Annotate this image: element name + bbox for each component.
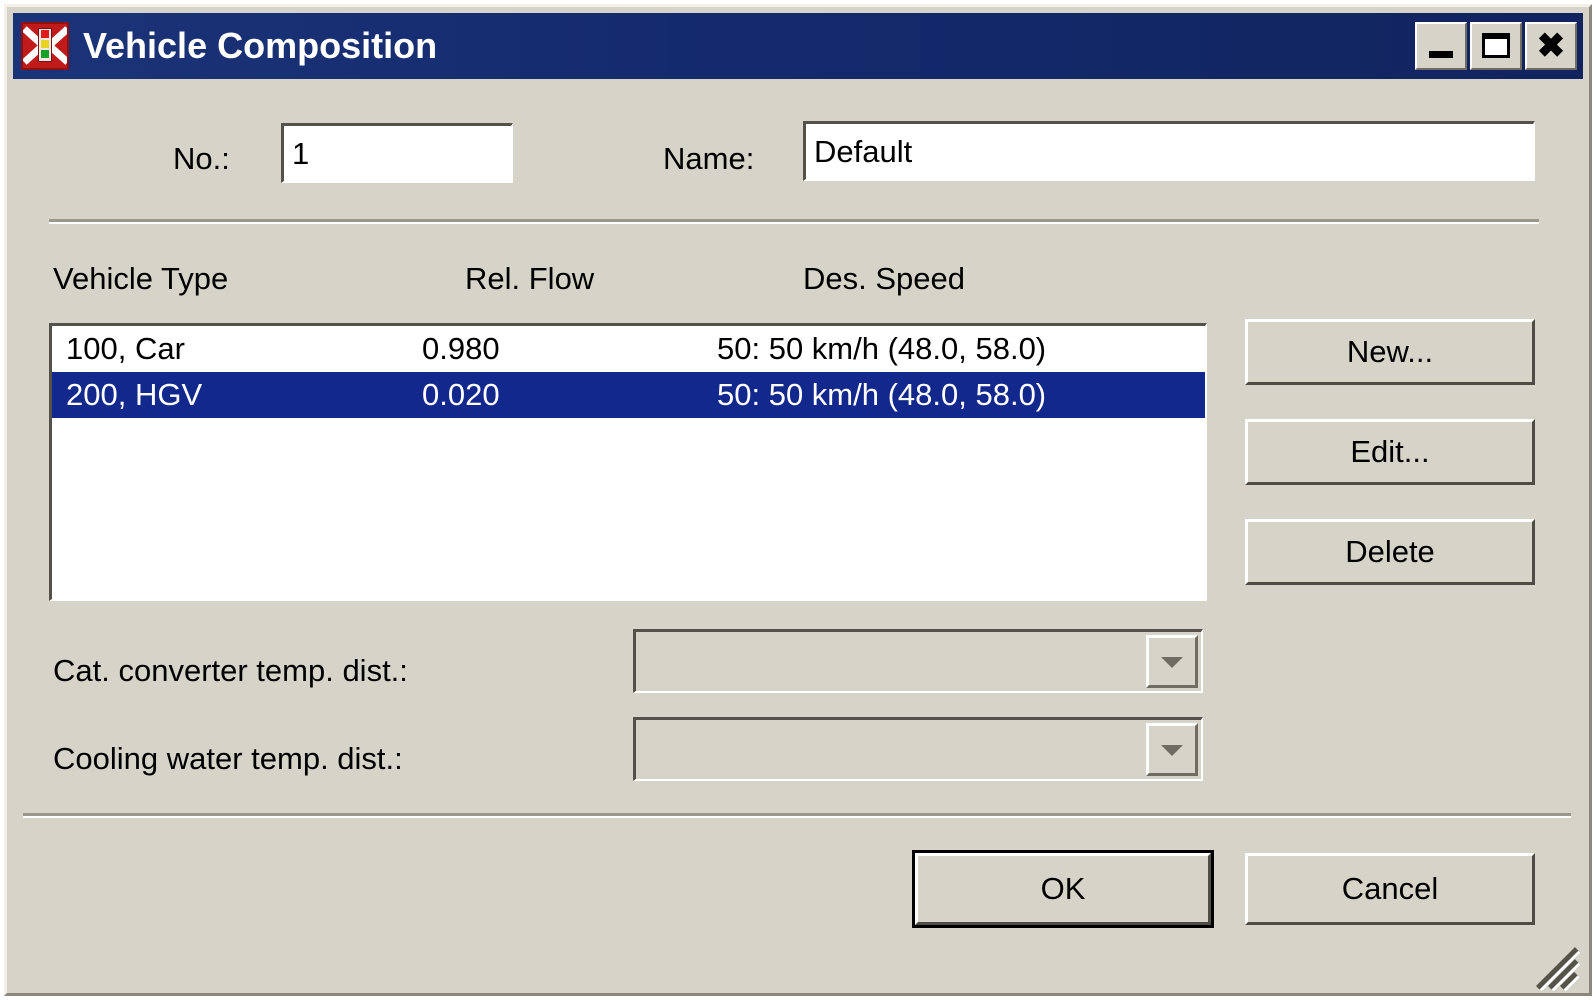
table-row[interactable]: 200, HGV 0.020 50: 50 km/h (48.0, 58.0) bbox=[52, 372, 1205, 418]
close-icon: ✖ bbox=[1536, 27, 1566, 65]
maximize-icon bbox=[1482, 33, 1510, 58]
new-button[interactable]: New... bbox=[1245, 319, 1535, 385]
name-label: Name: bbox=[663, 141, 755, 176]
column-header-des-speed: Des. Speed bbox=[803, 261, 965, 296]
no-label: No.: bbox=[173, 141, 230, 176]
cat-converter-label: Cat. converter temp. dist.: bbox=[53, 653, 408, 688]
separator-top bbox=[49, 219, 1539, 224]
screen: Vehicle Composition ✖ No.: 1 Name: Defau… bbox=[0, 0, 1596, 1000]
cancel-button[interactable]: Cancel bbox=[1245, 853, 1535, 925]
cooling-water-label: Cooling water temp. dist.: bbox=[53, 741, 403, 776]
cooling-water-combo[interactable] bbox=[633, 717, 1203, 781]
cell-rel-flow: 0.020 bbox=[422, 377, 500, 412]
maximize-button[interactable] bbox=[1470, 22, 1522, 70]
column-header-rel-flow: Rel. Flow bbox=[465, 261, 595, 296]
title-bar[interactable]: Vehicle Composition ✖ bbox=[13, 13, 1583, 79]
delete-button[interactable]: Delete bbox=[1245, 519, 1535, 585]
cat-converter-combo[interactable] bbox=[633, 629, 1203, 693]
no-input[interactable]: 1 bbox=[281, 123, 513, 183]
cat-converter-value bbox=[644, 632, 1141, 691]
cell-vehicle-type: 200, HGV bbox=[66, 377, 203, 412]
cell-des-speed: 50: 50 km/h (48.0, 58.0) bbox=[717, 331, 1047, 366]
column-header-vehicle-type: Vehicle Type bbox=[53, 261, 229, 296]
chevron-down-icon[interactable] bbox=[1146, 635, 1198, 688]
ok-button[interactable]: OK bbox=[912, 850, 1214, 928]
cell-vehicle-type: 100, Car bbox=[66, 331, 185, 366]
window-title: Vehicle Composition bbox=[83, 25, 438, 66]
separator-bottom bbox=[23, 813, 1571, 818]
cooling-water-value bbox=[644, 720, 1141, 779]
chevron-down-icon[interactable] bbox=[1146, 723, 1198, 776]
vehicle-type-list[interactable]: 100, Car 0.980 50: 50 km/h (48.0, 58.0) 200… bbox=[49, 323, 1207, 601]
close-button[interactable]: ✖ bbox=[1525, 22, 1577, 70]
window-controls: ✖ bbox=[1415, 22, 1577, 70]
cell-des-speed: 50: 50 km/h (48.0, 58.0) bbox=[717, 377, 1047, 412]
vissim-traffic-light-icon bbox=[21, 22, 69, 70]
minimize-button[interactable] bbox=[1415, 22, 1467, 70]
name-input[interactable]: Default bbox=[803, 121, 1535, 181]
cell-rel-flow: 0.980 bbox=[422, 331, 500, 366]
resize-grip[interactable] bbox=[1534, 942, 1581, 992]
edit-button[interactable]: Edit... bbox=[1245, 419, 1535, 485]
minimize-icon bbox=[1429, 51, 1453, 58]
table-row[interactable]: 100, Car 0.980 50: 50 km/h (48.0, 58.0) bbox=[52, 326, 1205, 372]
vehicle-composition-window: Vehicle Composition ✖ No.: 1 Name: Defau… bbox=[4, 4, 1592, 996]
dialog-client-area: No.: 1 Name: Default Vehicle Type Rel. F… bbox=[13, 83, 1583, 992]
